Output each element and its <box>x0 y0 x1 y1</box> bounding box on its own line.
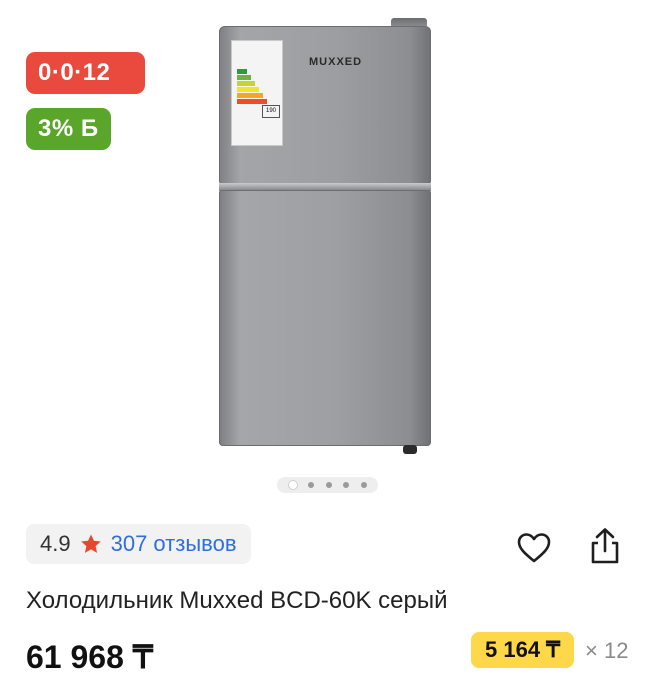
fridge-foot <box>403 445 417 454</box>
product-title: Холодильник Muxxed BCD-60K серый <box>26 587 448 614</box>
rating-pill[interactable]: 4.9 307 отзывов <box>26 524 251 564</box>
fridge-door <box>219 190 431 446</box>
favorite-button[interactable] <box>514 528 554 568</box>
bonus-badge: 3% Б <box>26 108 111 150</box>
energy-label: 190 <box>231 40 283 146</box>
carousel-dot[interactable] <box>308 482 314 488</box>
carousel-dot[interactable] <box>343 482 349 488</box>
carousel-dot[interactable] <box>288 481 297 489</box>
monthly-payment-badge[interactable]: 5 164 ₸ <box>471 632 575 668</box>
carousel-dot[interactable] <box>325 482 332 488</box>
share-icon <box>586 526 624 566</box>
installment-badge: 0·0·12 <box>26 52 145 94</box>
product-image[interactable]: 190 MUXXED <box>210 16 450 456</box>
share-button[interactable] <box>585 526 625 566</box>
brand-logo: MUXXED <box>309 56 363 68</box>
carousel-dot[interactable] <box>360 482 367 488</box>
carousel-indicator[interactable] <box>277 477 378 493</box>
rating-score: 4.9 <box>40 531 71 556</box>
freezer-door: 190 MUXXED <box>219 26 431 184</box>
heart-icon <box>516 532 552 564</box>
product-price: 61 968 ₸ <box>26 639 154 675</box>
reviews-link[interactable]: 307 отзывов <box>111 531 237 557</box>
energy-value: 190 <box>262 105 280 118</box>
installment-months: × 12 <box>585 638 629 663</box>
star-icon <box>79 532 103 556</box>
